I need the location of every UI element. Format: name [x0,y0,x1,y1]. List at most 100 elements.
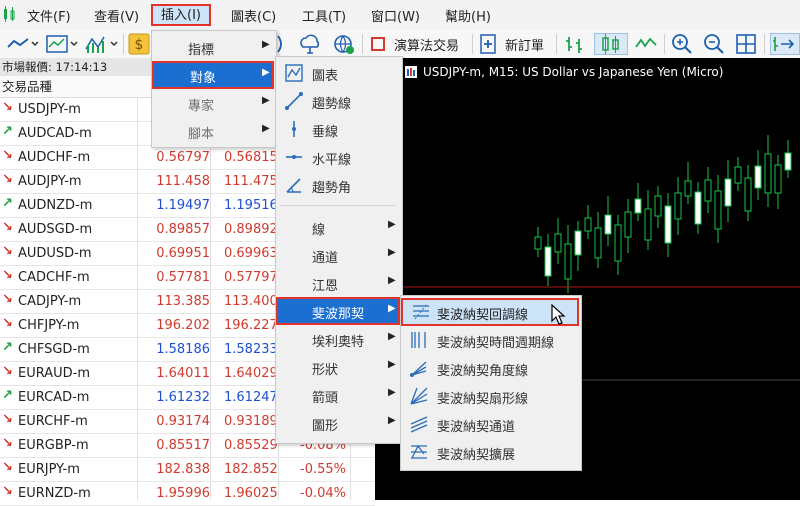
objects-item-gann[interactable]: 江恩 ▶ [276,269,400,297]
objects-item-label-tool[interactable]: 圖表 [276,59,400,87]
fib-item-retracement[interactable]: 斐波納契回調線 [401,298,579,326]
objects-item-lines[interactable]: 線 ▶ [276,213,400,241]
chevron-right-icon: ▶ [262,123,270,134]
bid-cell: 1.58186 [156,342,210,357]
fib-item-arcs[interactable]: 斐波納契角度線 [401,354,579,382]
arrow-up-right-icon: ↗ [2,388,13,403]
vps-globe-icon[interactable] [332,33,356,55]
candlestick-chart-button[interactable] [594,33,628,55]
candle-body [694,191,702,225]
tile-windows-icon[interactable] [734,33,758,55]
candle-body [754,165,762,189]
toolbar-separator [123,34,124,54]
objects-item-fibonacci[interactable]: 斐波那契 ▶ [276,297,400,325]
fib-item-expansion[interactable]: 斐波納契擴展 [401,438,579,466]
objects-item-graphics[interactable]: 圖形 ▶ [276,409,400,437]
objects-item-label: 水平線 [312,153,352,168]
candle-body [584,217,592,232]
objects-item-trendline[interactable]: 趨勢線 [276,87,400,115]
insert-menu-label: 指標 [188,43,215,58]
objects-item-horizontal-line[interactable]: 水平線 [276,143,400,171]
menu-window[interactable]: 窗口(W) [371,6,420,25]
symbol-cell: CHFJPY-m [18,318,80,333]
arrow-down-right-icon: ↘ [2,460,13,475]
candle-body [534,236,542,250]
objects-item-label: 趨勢角 [312,181,352,196]
insert-menu-item-indicators[interactable]: 指標 ▶ [152,33,274,61]
bar-chart-icon[interactable] [563,33,587,55]
ask-cell: 1.61247 [224,390,278,405]
table-row[interactable]: ↘ EURNZD-m 1.95996 1.96025 -0.04% [0,482,375,506]
fib-item-fan[interactable]: 斐波納契扇形線 [401,382,579,410]
zoom-out-icon[interactable] [702,33,726,55]
objects-item-shapes[interactable]: 形狀 ▶ [276,353,400,381]
chevron-right-icon: ▶ [388,247,396,258]
fib-channel-icon [410,416,428,433]
indicators-dropdown-icon[interactable] [84,33,120,55]
menu-charts[interactable]: 圖表(C) [231,6,276,25]
menu-file[interactable]: 文件(F) [27,6,71,25]
menu-view[interactable]: 查看(V) [94,6,139,25]
objects-item-label: 圖形 [312,419,339,434]
chevron-right-icon: ▶ [388,415,396,426]
fib-retracement-icon [413,303,429,320]
candle-body [574,230,582,256]
bid-cell: 0.89857 [156,222,210,237]
bid-cell: 111.458 [156,174,210,189]
objects-item-label: 江恩 [312,279,339,294]
bid-cell: 1.19497 [156,198,210,213]
candle-body [704,179,712,202]
ask-cell: 1.96025 [224,486,278,501]
insert-menu-label: 專家 [188,99,215,114]
chart-shift-button[interactable] [770,33,800,55]
bid-cell: 1.64011 [156,366,210,381]
insert-menu-label: 腳本 [188,127,215,142]
objects-item-label: 趨勢線 [312,97,352,112]
fib-item-time-zones[interactable]: 斐波納契時間週期線 [401,326,579,354]
horizontal-line-icon [286,155,302,159]
cloud-icon[interactable] [298,33,322,55]
insert-menu-item-objects[interactable]: 對象 ▶ [152,61,274,89]
arrow-down-right-icon: ↘ [2,220,13,235]
candlestick-icon [602,34,619,54]
objects-item-trend-angle[interactable]: 趨勢角 [276,171,400,199]
bid-cell: 0.85517 [156,438,210,453]
objects-item-channels[interactable]: 通道 ▶ [276,241,400,269]
chevron-right-icon: ▶ [262,39,270,50]
insert-menu-item-scripts[interactable]: 腳本 ▶ [152,117,274,145]
arrow-down-right-icon: ↘ [2,268,13,283]
line-chart-dropdown-icon[interactable] [6,33,40,55]
symbol-column-header[interactable]: 交易品種 [0,76,152,98]
dollar-icon[interactable]: $ [128,33,150,55]
chart-template-dropdown-icon[interactable] [45,33,79,55]
algo-trading-button[interactable]: 演算法交易 [370,33,459,55]
objects-item-elliott[interactable]: 埃利奧特 ▶ [276,325,400,353]
menu-tools[interactable]: 工具(T) [302,6,346,25]
app-candle-icon [4,6,15,22]
objects-item-arrows[interactable]: 箭頭 ▶ [276,381,400,409]
chevron-right-icon: ▶ [262,67,270,78]
ask-cell: 196.227 [224,318,278,333]
symbol-cell: CHFSGD-m [18,342,90,357]
toolbar-separator [556,34,557,54]
zoom-in-icon[interactable] [670,33,694,55]
table-row[interactable]: ↘ EURJPY-m 182.838 182.852 -0.55% [0,458,375,482]
menu-bar: 文件(F) 查看(V) 插入(I) 圖表(C) 工具(T) 窗口(W) 幫助(H… [0,0,800,31]
symbol-cell: CADCHF-m [18,270,90,285]
chevron-right-icon: ▶ [388,359,396,370]
objects-item-vertical-line[interactable]: 垂線 [276,115,400,143]
new-order-button[interactable]: 新訂單 [479,33,544,55]
insert-menu-item-experts[interactable]: 專家 ▶ [152,89,274,117]
bid-cell: 0.93174 [156,414,210,429]
menu-insert[interactable]: 插入(I) [151,4,211,26]
menu-help[interactable]: 幫助(H) [445,6,491,25]
svg-text:$: $ [135,37,144,53]
ask-cell: 1.58233 [224,342,278,357]
bid-cell: 0.56797 [156,150,210,165]
fib-item-channel[interactable]: 斐波納契通道 [401,410,579,438]
stop-square-icon [371,37,385,51]
symbol-cell: EURCHF-m [18,414,88,429]
line-chart-icon[interactable] [634,33,658,55]
arrow-up-right-icon: ↗ [2,340,13,355]
fib-time-zones-icon [411,332,426,348]
